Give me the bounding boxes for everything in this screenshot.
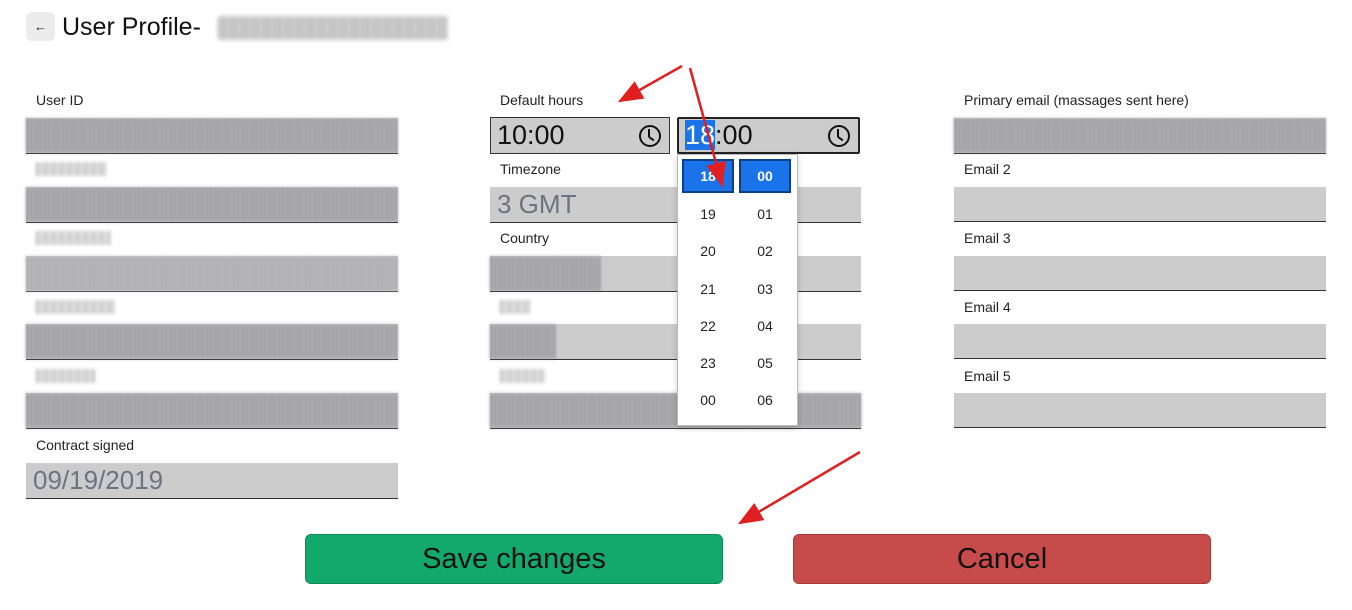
annotation-arrows: [617, 64, 861, 525]
arrow-to-hour-option: [688, 67, 726, 188]
arrow-to-default-hours: [617, 64, 683, 103]
arrow-to-save-button: [737, 450, 861, 525]
